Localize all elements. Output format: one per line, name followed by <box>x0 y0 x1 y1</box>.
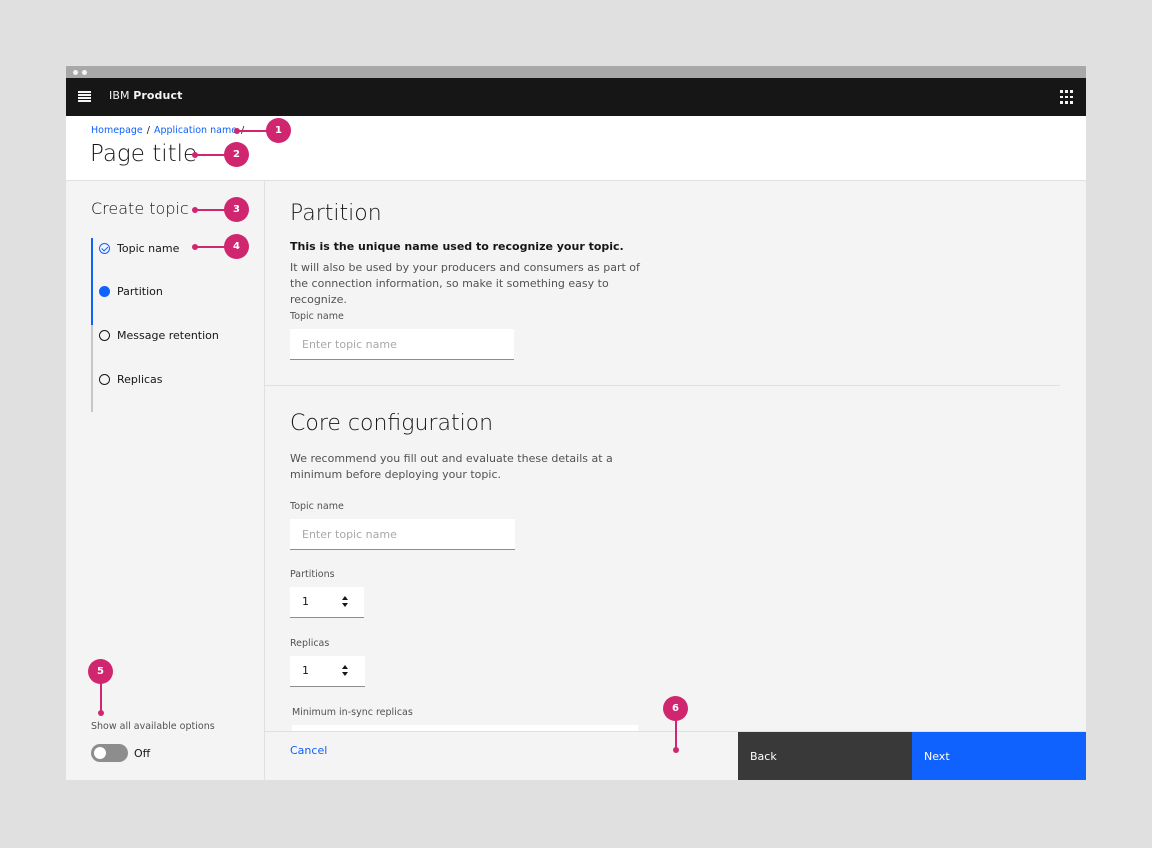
step-label: Message retention <box>117 328 219 342</box>
cancel-button[interactable]: Cancel <box>290 744 327 757</box>
progress-track-active <box>91 238 93 325</box>
breadcrumb-application-name[interactable]: Application name <box>154 125 237 136</box>
show-all-options-toggle[interactable] <box>91 744 128 762</box>
annotation-marker-3: 3 <box>224 197 249 222</box>
empty-circle-icon <box>99 329 110 341</box>
progress-sidebar: Create topic Topic name Partition Messag… <box>66 181 265 780</box>
stepper-up-down-icon[interactable] <box>341 665 349 678</box>
section-divider <box>265 385 1060 386</box>
breadcrumb-separator: / <box>146 125 150 136</box>
toggle-label: Show all available options <box>91 721 215 732</box>
hamburger-menu-icon[interactable] <box>78 91 91 102</box>
product-name[interactable]: IBM Product <box>109 89 182 102</box>
checkmark-circle-icon <box>99 242 110 254</box>
step-label: Replicas <box>117 372 163 386</box>
breadcrumb-homepage[interactable]: Homepage <box>91 125 143 136</box>
core-topic-name-input[interactable] <box>290 519 515 550</box>
toggle-state-text: Off <box>134 747 151 760</box>
page-title: Page title <box>90 141 198 167</box>
breadcrumb: Homepage / Application name / <box>91 125 244 136</box>
empty-circle-icon <box>99 373 110 385</box>
ui-shell-header: IBM Product <box>66 78 1086 116</box>
partition-description: It will also be used by your producers a… <box>290 261 640 306</box>
partition-lead-text: This is the unique name used to recogniz… <box>290 240 624 253</box>
window-chrome <box>66 66 1086 78</box>
replicas-number-input[interactable]: 1 <box>290 656 365 687</box>
topic-name-input[interactable] <box>290 329 514 360</box>
sidebar-title: Create topic <box>91 199 189 218</box>
back-button[interactable]: Back <box>738 732 912 780</box>
window-dot-icon <box>73 70 78 75</box>
annotation-connector <box>195 246 225 248</box>
step-label: Topic name <box>117 241 180 255</box>
page-header: Homepage / Application name / Page title <box>66 116 1086 181</box>
brand-prefix: IBM <box>109 89 130 102</box>
replicas-value: 1 <box>302 664 309 677</box>
partitions-number-input[interactable]: 1 <box>290 587 364 618</box>
annotation-pointer-dot <box>673 747 679 753</box>
replicas-label: Replicas <box>290 638 330 649</box>
annotation-pointer-dot <box>98 710 104 716</box>
progress-indicator: Topic name Partition Message retention R… <box>91 238 256 412</box>
annotation-marker-6: 6 <box>663 696 688 721</box>
topic-name-label: Topic name <box>290 311 344 322</box>
main-content: Partition This is the unique name used t… <box>265 181 1086 731</box>
annotation-connector <box>195 209 225 211</box>
annotation-connector <box>100 683 102 711</box>
step-partition[interactable]: Partition <box>99 281 163 301</box>
partition-section-title: Partition <box>290 201 382 226</box>
partitions-value: 1 <box>302 595 309 608</box>
step-topic-name[interactable]: Topic name <box>99 238 179 258</box>
next-button[interactable]: Next <box>912 732 1086 780</box>
annotation-marker-4: 4 <box>224 234 249 259</box>
annotation-marker-5: 5 <box>88 659 113 684</box>
annotation-connector <box>195 154 225 156</box>
step-label: Partition <box>117 284 163 298</box>
core-topic-name-label: Topic name <box>290 501 344 512</box>
partitions-label: Partitions <box>290 569 335 580</box>
app-window: IBM Product Homepage / Application name … <box>66 66 1086 780</box>
step-message-retention[interactable]: Message retention <box>99 325 219 345</box>
annotation-connector <box>237 130 267 132</box>
current-step-icon <box>99 285 110 297</box>
annotation-marker-1: 1 <box>266 118 291 143</box>
annotation-connector <box>675 720 677 748</box>
min-isr-label: Minimum in-sync replicas <box>292 707 413 718</box>
core-config-description: We recommend you fill out and evaluate t… <box>290 452 613 481</box>
brand-name: Product <box>133 89 183 102</box>
window-dot-icon <box>82 70 87 75</box>
annotation-marker-2: 2 <box>224 142 249 167</box>
stepper-up-down-icon[interactable] <box>341 596 349 609</box>
app-switcher-grid-icon[interactable] <box>1060 90 1074 104</box>
core-config-section-title: Core configuration <box>290 411 494 436</box>
step-replicas[interactable]: Replicas <box>99 369 163 389</box>
